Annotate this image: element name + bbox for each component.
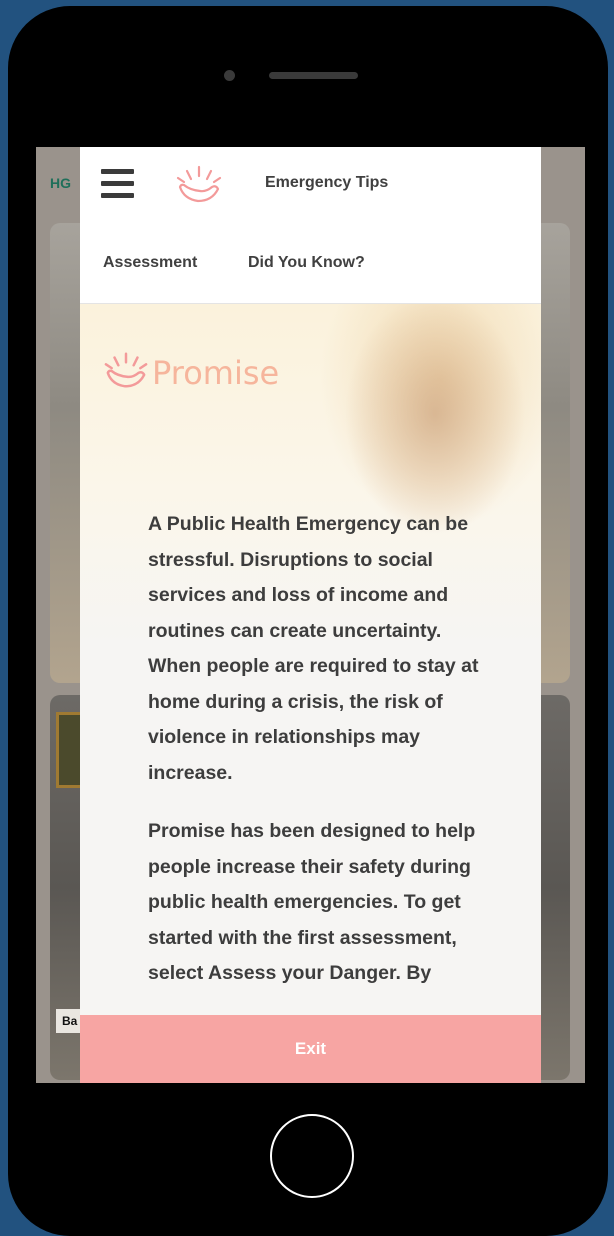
intro-text: A Public Health Emergency can be stressf…	[148, 507, 488, 1015]
intro-paragraph: Promise has been designed to help people…	[148, 820, 476, 984]
promise-menu-panel: Emergency Tips Assessment Did You Know? …	[80, 147, 541, 1083]
speaker-slot	[269, 72, 358, 79]
sun-logo-icon[interactable]	[176, 165, 222, 205]
phone-screen: HG Ba T Emergency Tips Assessment Did Yo…	[36, 147, 585, 1083]
camera-dot	[224, 70, 235, 81]
exit-button[interactable]: Exit	[80, 1015, 541, 1083]
brand-name: Promise	[152, 354, 280, 392]
exit-button-label: Exit	[294, 1039, 327, 1058]
intro-paragraph: A Public Health Emergency can be stressf…	[148, 513, 479, 784]
nav-emergency-tips[interactable]: Emergency Tips	[265, 174, 388, 192]
phone-frame: HG Ba T Emergency Tips Assessment Did Yo…	[8, 6, 608, 1236]
nav-assessment[interactable]: Assessment	[103, 254, 197, 272]
home-button[interactable]	[270, 1114, 354, 1198]
sun-logo-icon	[104, 352, 148, 388]
nav-did-you-know[interactable]: Did You Know?	[248, 254, 365, 272]
top-nav-bar: Emergency Tips Assessment Did You Know?	[80, 147, 541, 304]
hamburger-icon[interactable]	[101, 169, 134, 199]
background-site-logo: HG	[50, 175, 71, 191]
